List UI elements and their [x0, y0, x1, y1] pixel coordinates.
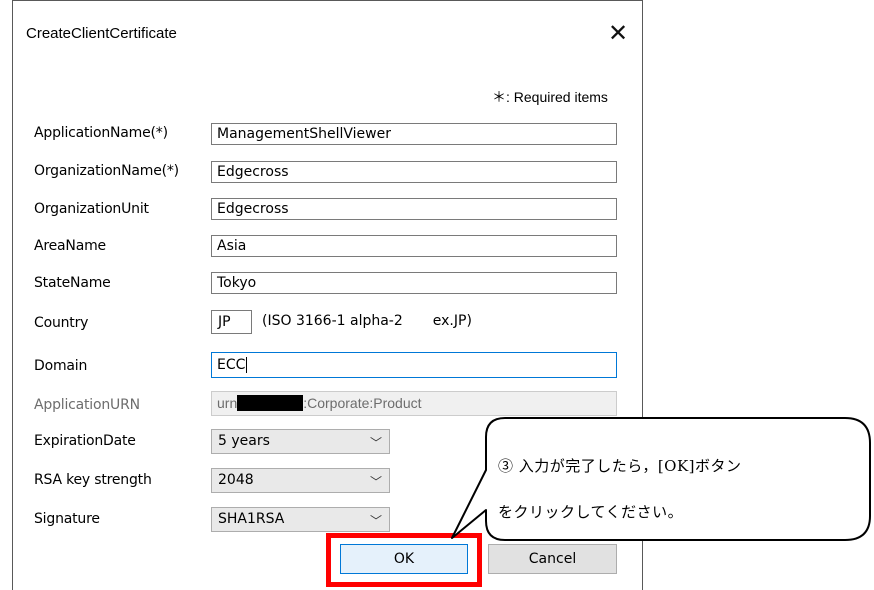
callout-bubble — [451, 417, 871, 541]
callout-line-1: ③ 入力が完了したら，[OK]ボタン — [498, 457, 742, 475]
callout-line-2: をクリックしてください。 — [498, 503, 684, 521]
